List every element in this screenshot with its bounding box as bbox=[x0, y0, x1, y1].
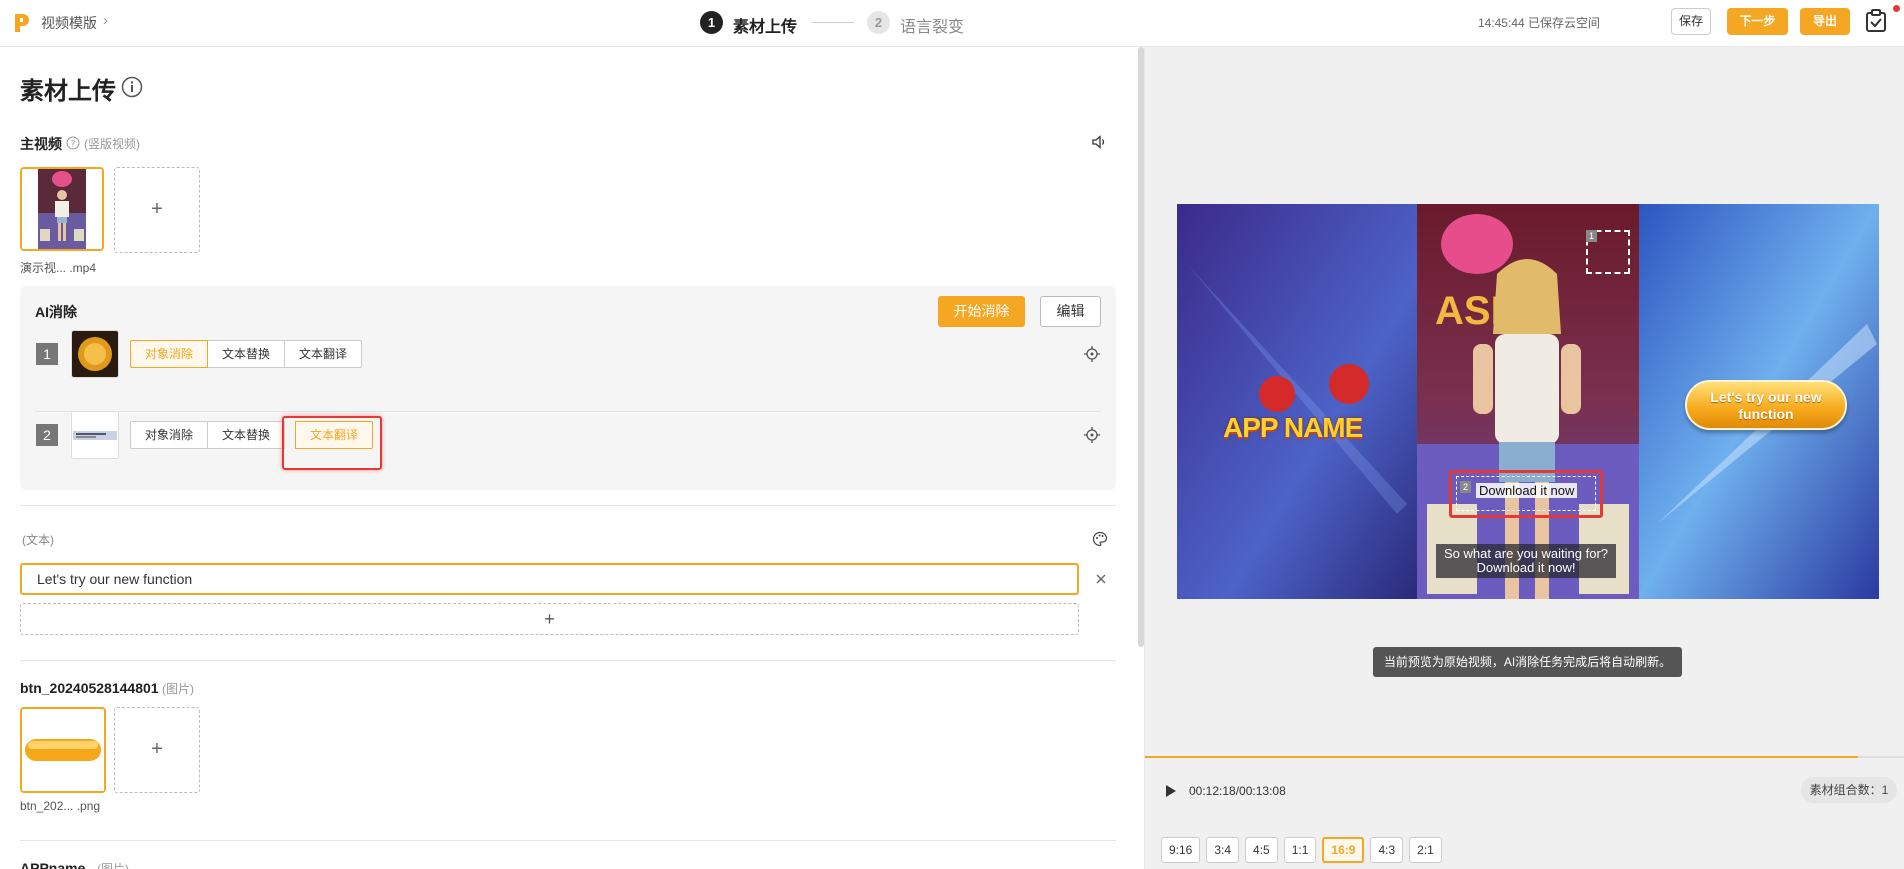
volume-icon[interactable] bbox=[1091, 134, 1107, 150]
play-icon[interactable] bbox=[1165, 784, 1177, 798]
btn-asset-thumbnail[interactable] bbox=[20, 707, 106, 793]
row-divider bbox=[35, 411, 1101, 412]
progress-fill bbox=[1145, 756, 1859, 758]
appname-asset-title: APPname bbox=[20, 860, 86, 869]
erase-item-number: 1 bbox=[36, 343, 58, 365]
top-bar: 视频模版 › 1 素材上传 2 语言裂变 14:45:44 已保存云空间 保存 … bbox=[0, 0, 1904, 47]
save-button[interactable]: 保存 bbox=[1671, 8, 1711, 35]
aspect-ratio-option[interactable]: 4:5 bbox=[1245, 837, 1278, 863]
playback-progress-bar[interactable] bbox=[1145, 756, 1904, 758]
btn-asset-subtitle: (图片) bbox=[162, 682, 194, 696]
object-erase-option[interactable]: 对象消除 bbox=[130, 421, 209, 449]
export-button[interactable]: 导出 bbox=[1800, 8, 1850, 35]
svg-text:?: ? bbox=[71, 140, 76, 150]
aspect-ratio-option[interactable]: 9:16 bbox=[1161, 837, 1201, 863]
erase-item-thumbnail[interactable] bbox=[71, 330, 119, 378]
btn-asset-title: btn_20240528144801 bbox=[20, 680, 159, 696]
step-1-number: 1 bbox=[700, 11, 723, 34]
caption-subtitle: So what are you waiting for? Download it… bbox=[1436, 544, 1616, 578]
text-translate-option[interactable]: 文本翻译 bbox=[284, 340, 363, 368]
next-step-button[interactable]: 下一步 bbox=[1727, 8, 1788, 35]
video-thumbnail-image bbox=[22, 169, 102, 249]
info-icon[interactable] bbox=[121, 76, 143, 98]
text-translate-option[interactable]: 文本翻译 bbox=[295, 421, 374, 449]
edit-button[interactable]: 编辑 bbox=[1040, 296, 1101, 327]
main-video-title: 主视频 bbox=[20, 136, 62, 152]
step-2-number: 2 bbox=[867, 11, 890, 34]
region-number: 1 bbox=[1586, 230, 1597, 242]
image-file-name: btn_202... .png bbox=[20, 799, 101, 813]
palette-icon[interactable] bbox=[1092, 531, 1108, 547]
close-icon[interactable] bbox=[1094, 572, 1108, 586]
notification-dot bbox=[1893, 5, 1900, 12]
button-image-preview bbox=[22, 709, 104, 791]
aspect-ratio-option[interactable]: 1:1 bbox=[1283, 837, 1317, 863]
aspect-ratio-option[interactable]: 16:9 bbox=[1322, 837, 1365, 863]
add-video-button[interactable]: + bbox=[114, 167, 200, 253]
aspect-ratio-option[interactable]: 4:3 bbox=[1370, 837, 1404, 863]
materials-panel: 素材上传 主视频 ? (竖版视频) + 演示视... .mp4 AI消除 开始消… bbox=[0, 47, 1138, 869]
add-text-button[interactable]: + bbox=[20, 603, 1079, 635]
download-text: Download it now bbox=[1476, 483, 1578, 498]
text-section-label: (文本) bbox=[22, 533, 54, 547]
text-thumbnail-image bbox=[72, 412, 118, 458]
cta-button-graphic[interactable]: Let's try our new function bbox=[1685, 380, 1847, 430]
section-divider bbox=[20, 505, 1116, 506]
region-number: 2 bbox=[1460, 481, 1471, 493]
ai-erase-title: AI消除 bbox=[35, 304, 77, 320]
start-erase-button[interactable]: 开始消除 bbox=[938, 296, 1025, 327]
text-replace-option[interactable]: 文本替换 bbox=[207, 340, 286, 368]
playback-time: 00:12:18/00:13:08 bbox=[1189, 784, 1286, 798]
aspect-ratio-selector: 9:16 3:4 4:5 1:1 16:9 4:3 2:1 bbox=[1161, 837, 1442, 863]
autosave-status: 14:45:44 已保存云空间 bbox=[1477, 16, 1600, 30]
appname-asset-subtitle: (图片) bbox=[97, 862, 129, 869]
step-2-label[interactable]: 语言裂变 bbox=[900, 13, 964, 37]
app-name-graphic: APP NAME bbox=[1223, 412, 1363, 443]
video-preview[interactable]: ASH APP NAME Let's try our new function … bbox=[1177, 204, 1879, 599]
erase-mode-selector: 对象消除 文本替换 文本翻译 bbox=[130, 340, 363, 368]
page-title: 素材上传 bbox=[20, 78, 116, 105]
locate-icon[interactable] bbox=[1083, 345, 1101, 363]
text-value-input[interactable]: Let's try our new function bbox=[20, 563, 1079, 595]
section-divider bbox=[20, 840, 1116, 841]
material-combination-count: 素材组合数：1 bbox=[1801, 777, 1897, 803]
aspect-ratio-option[interactable]: 2:1 bbox=[1409, 837, 1442, 863]
locate-icon[interactable] bbox=[1083, 426, 1101, 444]
erase-item-thumbnail[interactable] bbox=[71, 411, 119, 459]
preview-panel: ASH APP NAME Let's try our new function … bbox=[1145, 47, 1904, 869]
step-connector bbox=[812, 22, 854, 23]
help-icon[interactable]: ? bbox=[66, 136, 80, 150]
coin-thumbnail-image bbox=[72, 331, 118, 377]
erase-mode-selector: 对象消除 文本替换 文本翻译 bbox=[130, 421, 374, 449]
task-list-icon[interactable] bbox=[1865, 9, 1887, 33]
breadcrumb[interactable]: 视频模版 bbox=[41, 13, 97, 33]
erase-region-1[interactable]: 1 bbox=[1586, 230, 1630, 274]
app-logo[interactable] bbox=[12, 12, 32, 34]
video-file-name: 演示视... .mp4 bbox=[20, 261, 97, 275]
ai-erase-panel: AI消除 开始消除 编辑 1 对象消除 文本替换 文本翻译 2 对象消除 文本替… bbox=[20, 286, 1116, 490]
section-divider bbox=[20, 660, 1116, 661]
preview-notice-toast: 当前预览为原始视频，AI消除任务完成后将自动刷新。 bbox=[1373, 647, 1682, 677]
text-replace-option[interactable]: 文本替换 bbox=[207, 421, 286, 449]
erase-region-2[interactable]: 2 Download it now bbox=[1449, 470, 1603, 518]
aspect-ratio-option[interactable]: 3:4 bbox=[1206, 837, 1240, 863]
erase-item-number: 2 bbox=[36, 424, 58, 446]
step-1-label[interactable]: 素材上传 bbox=[733, 13, 797, 37]
chevron-right-icon: › bbox=[103, 12, 108, 29]
object-erase-option[interactable]: 对象消除 bbox=[130, 340, 209, 368]
main-video-thumbnail[interactable] bbox=[20, 167, 104, 251]
add-image-button[interactable]: + bbox=[114, 707, 200, 793]
main-video-subtitle: (竖版视频) bbox=[84, 137, 140, 151]
